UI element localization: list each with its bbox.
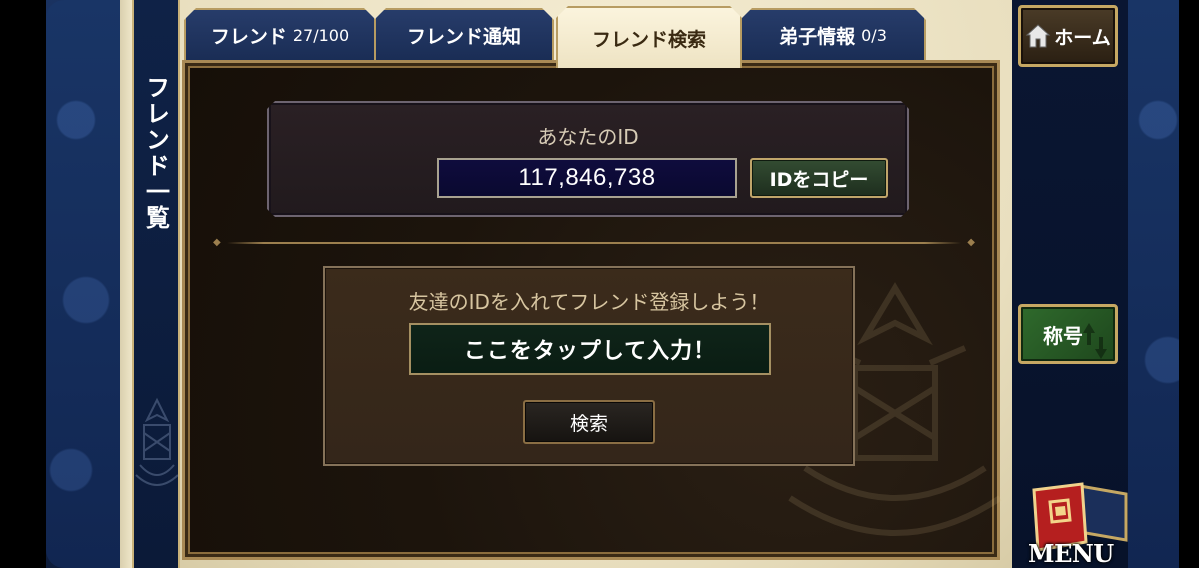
friend-search-panel: あなたのID 117,846,738 IDをコピー ◆ ◆ 友達のIDを入れてフ… [182, 60, 1002, 560]
my-id-label: あなたのID [537, 125, 639, 149]
tab-friend-search[interactable]: フレンド検索 [556, 6, 742, 68]
left-background [0, 0, 120, 568]
right-background [1128, 0, 1199, 568]
sidebar-emblem-icon [135, 397, 179, 486]
left-parchment-edge [120, 0, 132, 568]
tab-count: 27/100 [292, 25, 350, 45]
tab-label: フレンド検索 [591, 28, 706, 51]
tab-label: 弟子情報 [779, 25, 856, 48]
tab-disciple-info[interactable]: 弟子情報 0/3 [740, 8, 926, 60]
copy-id-button[interactable]: IDをコピー [750, 158, 888, 198]
home-label: ホーム [1054, 26, 1111, 49]
divider-line [227, 242, 961, 244]
sidebar: フレンド一覧 [132, 0, 180, 568]
friend-id-input[interactable]: ここをタップして入力！ [409, 323, 771, 375]
my-id-box: あなたのID 117,846,738 IDをコピー [267, 101, 909, 217]
search-prompt: 友達のIDを入れてフレンド登録しよう！ [408, 290, 770, 314]
divider-right-ornament: ◆ [967, 237, 975, 248]
divider: ◆ ◆ [213, 237, 975, 248]
friend-search-box: 友達のIDを入れてフレンド登録しよう！ ここをタップして入力！ 検索 [323, 266, 855, 466]
tab-label: フレンド通知 [406, 25, 521, 48]
sidebar-title: フレンド一覧 [141, 75, 170, 231]
my-id-value: 117,846,738 [437, 158, 737, 198]
home-button[interactable]: ホーム [1018, 5, 1118, 67]
search-button[interactable]: 検索 [523, 400, 655, 444]
menu-label: MENU [1028, 539, 1114, 568]
tab-friends[interactable]: フレンド 27/100 [184, 8, 376, 60]
menu-button[interactable]: MENU [1022, 480, 1128, 568]
swap-arrows-icon [1083, 323, 1107, 359]
house-icon [1025, 24, 1051, 48]
divider-left-ornament: ◆ [213, 237, 221, 248]
left-pattern [46, 0, 120, 568]
tab-label: フレンド [210, 25, 287, 48]
title-button[interactable]: 称号 [1018, 304, 1118, 364]
tab-count: 0/3 [861, 25, 887, 45]
title-label: 称号 [1043, 323, 1083, 348]
tab-friend-notifications[interactable]: フレンド通知 [374, 8, 554, 60]
